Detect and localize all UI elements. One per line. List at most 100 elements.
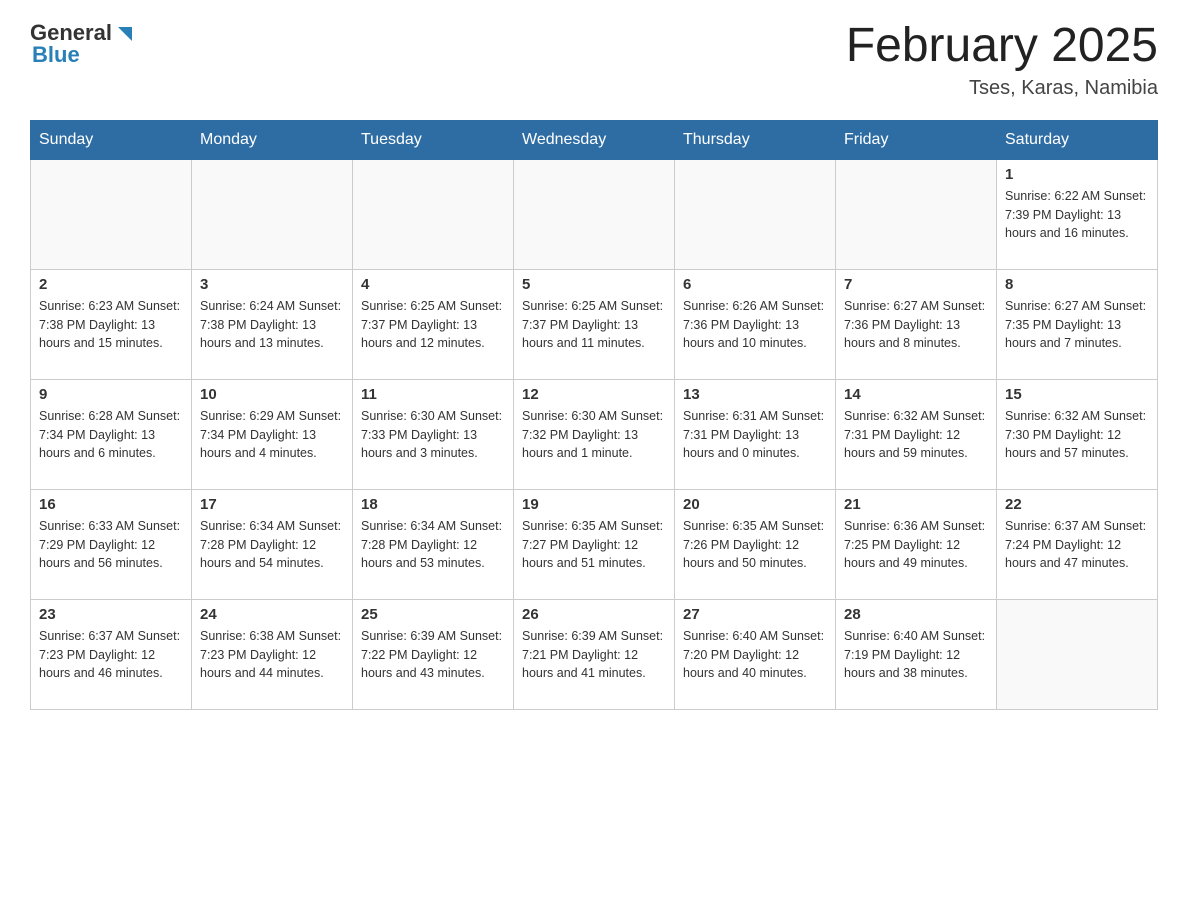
- day-info: Sunrise: 6:25 AM Sunset: 7:37 PM Dayligh…: [522, 297, 666, 353]
- day-number: 18: [361, 496, 505, 513]
- day-number: 7: [844, 276, 988, 293]
- calendar-cell: 5Sunrise: 6:25 AM Sunset: 7:37 PM Daylig…: [514, 269, 675, 379]
- day-number: 8: [1005, 276, 1149, 293]
- day-info: Sunrise: 6:28 AM Sunset: 7:34 PM Dayligh…: [39, 407, 183, 463]
- calendar-cell: [31, 159, 192, 269]
- day-number: 27: [683, 606, 827, 623]
- day-number: 9: [39, 386, 183, 403]
- day-info: Sunrise: 6:35 AM Sunset: 7:26 PM Dayligh…: [683, 517, 827, 573]
- calendar-cell: 17Sunrise: 6:34 AM Sunset: 7:28 PM Dayli…: [192, 489, 353, 599]
- day-info: Sunrise: 6:30 AM Sunset: 7:32 PM Dayligh…: [522, 407, 666, 463]
- calendar-cell: [836, 159, 997, 269]
- day-info: Sunrise: 6:37 AM Sunset: 7:24 PM Dayligh…: [1005, 517, 1149, 573]
- day-number: 21: [844, 496, 988, 513]
- day-info: Sunrise: 6:40 AM Sunset: 7:20 PM Dayligh…: [683, 627, 827, 683]
- calendar-cell: 20 Sunrise: 6:35 AM Sunset: 7:26 PM Dayli…: [675, 489, 836, 599]
- day-info: Sunrise: 6:33 AM Sunset: 7:29 PM Dayligh…: [39, 517, 183, 573]
- week-row: 2 Sunrise: 6:23 AM Sunset: 7:38 PM Daylig…: [31, 269, 1158, 379]
- day-info: Sunrise: 6:30 AM Sunset: 7:33 PM Dayligh…: [361, 407, 505, 463]
- day-number: 23: [39, 606, 183, 623]
- day-of-week-header: Sunday: [31, 120, 192, 159]
- day-number: 14: [844, 386, 988, 403]
- calendar-cell: 1 Sunrise: 6:22 AM Sunset: 7:39 PM Daylig…: [997, 159, 1158, 269]
- day-of-week-header: Wednesday: [514, 120, 675, 159]
- day-number: 3: [200, 276, 344, 293]
- calendar-cell: 13 Sunrise: 6:31 AM Sunset: 7:31 PM Dayli…: [675, 379, 836, 489]
- day-of-week-header: Thursday: [675, 120, 836, 159]
- day-info: Sunrise: 6:27 AM Sunset: 7:35 PM Dayligh…: [1005, 297, 1149, 353]
- calendar-table: SundayMondayTuesdayWednesdayThursdayFrid…: [30, 120, 1158, 710]
- calendar-cell: 9 Sunrise: 6:28 AM Sunset: 7:34 PM Daylig…: [31, 379, 192, 489]
- week-row: 1 Sunrise: 6:22 AM Sunset: 7:39 PM Daylig…: [31, 159, 1158, 269]
- location-subtitle: Tses, Karas, Namibia: [846, 77, 1158, 100]
- day-info: Sunrise: 6:34 AM Sunset: 7:28 PM Dayligh…: [200, 517, 344, 573]
- day-info: Sunrise: 6:39 AM Sunset: 7:21 PM Dayligh…: [522, 627, 666, 683]
- day-info: Sunrise: 6:38 AM Sunset: 7:23 PM Dayligh…: [200, 627, 344, 683]
- day-info: Sunrise: 6:36 AM Sunset: 7:25 PM Dayligh…: [844, 517, 988, 573]
- logo-blue-text: Blue: [32, 42, 80, 68]
- day-number: 1: [1005, 166, 1149, 183]
- day-number: 24: [200, 606, 344, 623]
- calendar-cell: [514, 159, 675, 269]
- day-of-week-header: Tuesday: [353, 120, 514, 159]
- calendar-cell: [353, 159, 514, 269]
- day-info: Sunrise: 6:37 AM Sunset: 7:23 PM Dayligh…: [39, 627, 183, 683]
- calendar-cell: [192, 159, 353, 269]
- day-number: 12: [522, 386, 666, 403]
- day-info: Sunrise: 6:32 AM Sunset: 7:31 PM Dayligh…: [844, 407, 988, 463]
- calendar-cell: 2 Sunrise: 6:23 AM Sunset: 7:38 PM Daylig…: [31, 269, 192, 379]
- logo-triangle-icon: [114, 23, 136, 45]
- day-number: 11: [361, 386, 505, 403]
- day-info: Sunrise: 6:22 AM Sunset: 7:39 PM Dayligh…: [1005, 187, 1149, 243]
- calendar-cell: 27 Sunrise: 6:40 AM Sunset: 7:20 PM Dayli…: [675, 599, 836, 709]
- day-info: Sunrise: 6:40 AM Sunset: 7:19 PM Dayligh…: [844, 627, 988, 683]
- calendar-cell: 3 Sunrise: 6:24 AM Sunset: 7:38 PM Daylig…: [192, 269, 353, 379]
- day-number: 20: [683, 496, 827, 513]
- day-info: Sunrise: 6:35 AM Sunset: 7:27 PM Dayligh…: [522, 517, 666, 573]
- calendar-cell: 15 Sunrise: 6:32 AM Sunset: 7:30 PM Dayli…: [997, 379, 1158, 489]
- day-number: 13: [683, 386, 827, 403]
- day-info: Sunrise: 6:23 AM Sunset: 7:38 PM Dayligh…: [39, 297, 183, 353]
- week-row: 16 Sunrise: 6:33 AM Sunset: 7:29 PM Dayli…: [31, 489, 1158, 599]
- day-number: 25: [361, 606, 505, 623]
- day-info: Sunrise: 6:39 AM Sunset: 7:22 PM Dayligh…: [361, 627, 505, 683]
- day-info: Sunrise: 6:27 AM Sunset: 7:36 PM Dayligh…: [844, 297, 988, 353]
- day-number: 15: [1005, 386, 1149, 403]
- calendar-cell: 25 Sunrise: 6:39 AM Sunset: 7:22 PM Dayli…: [353, 599, 514, 709]
- day-info: Sunrise: 6:26 AM Sunset: 7:36 PM Dayligh…: [683, 297, 827, 353]
- calendar-cell: 10 Sunrise: 6:29 AM Sunset: 7:34 PM Dayli…: [192, 379, 353, 489]
- day-number: 10: [200, 386, 344, 403]
- day-of-week-header: Friday: [836, 120, 997, 159]
- calendar-cell: 26 Sunrise: 6:39 AM Sunset: 7:21 PM Dayli…: [514, 599, 675, 709]
- calendar-header-row: SundayMondayTuesdayWednesdayThursdayFrid…: [31, 120, 1158, 159]
- calendar-cell: 8 Sunrise: 6:27 AM Sunset: 7:35 PM Daylig…: [997, 269, 1158, 379]
- week-row: 23 Sunrise: 6:37 AM Sunset: 7:23 PM Dayli…: [31, 599, 1158, 709]
- calendar-cell: 23 Sunrise: 6:37 AM Sunset: 7:23 PM Dayli…: [31, 599, 192, 709]
- calendar-cell: 28 Sunrise: 6:40 AM Sunset: 7:19 PM Dayli…: [836, 599, 997, 709]
- day-number: 26: [522, 606, 666, 623]
- day-number: 6: [683, 276, 827, 293]
- week-row: 9 Sunrise: 6:28 AM Sunset: 7:34 PM Daylig…: [31, 379, 1158, 489]
- day-info: Sunrise: 6:31 AM Sunset: 7:31 PM Dayligh…: [683, 407, 827, 463]
- title-block: February 2025 Tses, Karas, Namibia: [846, 20, 1158, 100]
- day-info: Sunrise: 6:34 AM Sunset: 7:28 PM Dayligh…: [361, 517, 505, 573]
- day-info: Sunrise: 6:25 AM Sunset: 7:37 PM Dayligh…: [361, 297, 505, 353]
- day-of-week-header: Monday: [192, 120, 353, 159]
- day-info: Sunrise: 6:32 AM Sunset: 7:30 PM Dayligh…: [1005, 407, 1149, 463]
- calendar-cell: 22Sunrise: 6:37 AM Sunset: 7:24 PM Dayli…: [997, 489, 1158, 599]
- calendar-cell: 6 Sunrise: 6:26 AM Sunset: 7:36 PM Daylig…: [675, 269, 836, 379]
- day-info: Sunrise: 6:29 AM Sunset: 7:34 PM Dayligh…: [200, 407, 344, 463]
- day-number: 28: [844, 606, 988, 623]
- day-info: Sunrise: 6:24 AM Sunset: 7:38 PM Dayligh…: [200, 297, 344, 353]
- calendar-cell: 24 Sunrise: 6:38 AM Sunset: 7:23 PM Dayli…: [192, 599, 353, 709]
- calendar-cell: 7 Sunrise: 6:27 AM Sunset: 7:36 PM Daylig…: [836, 269, 997, 379]
- logo: General Blue: [30, 20, 136, 68]
- month-title: February 2025: [846, 20, 1158, 73]
- day-number: 2: [39, 276, 183, 293]
- day-number: 16: [39, 496, 183, 513]
- calendar-cell: [997, 599, 1158, 709]
- day-number: 19: [522, 496, 666, 513]
- calendar-cell: [675, 159, 836, 269]
- day-of-week-header: Saturday: [997, 120, 1158, 159]
- day-number: 4: [361, 276, 505, 293]
